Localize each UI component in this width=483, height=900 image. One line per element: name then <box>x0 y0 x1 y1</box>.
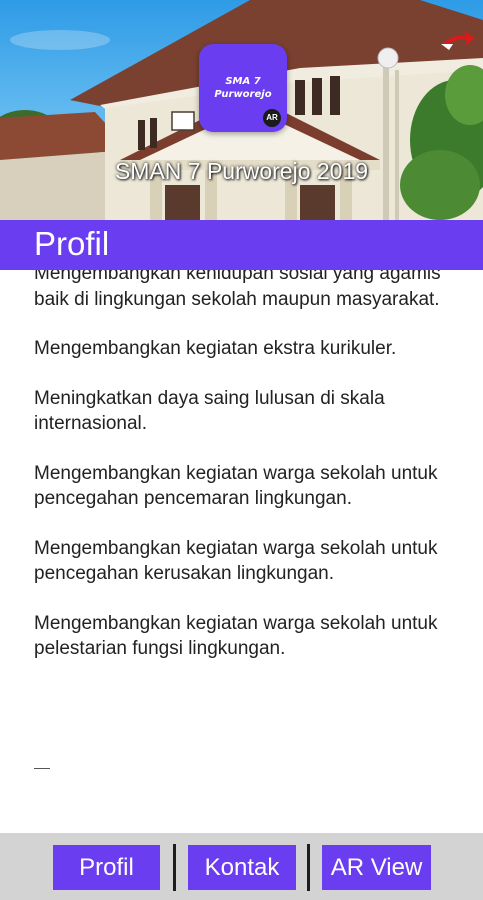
mission-item: Mengembangkan kehidupan sosial yang agam… <box>34 270 441 310</box>
profile-content-scroll[interactable]: Mengembangkan kehidupan sosial yang agam… <box>0 270 483 833</box>
mission-item: Mengembangkan kegiatan warga sekolah unt… <box>34 612 438 660</box>
red-arrow-icon <box>437 14 477 54</box>
page-title: Profil <box>34 225 110 262</box>
ar-badge-icon: AR <box>263 109 281 127</box>
profile-text: Mengembangkan kehidupan sosial yang agam… <box>34 270 454 686</box>
logo-line-city: Purworejo <box>214 89 272 100</box>
bottom-navigation: Profil Kontak AR View <box>0 833 483 900</box>
mission-item: Mengembangkan kegiatan warga sekolah unt… <box>34 537 438 585</box>
title-bar: Profil <box>0 220 483 270</box>
nav-separator <box>307 844 310 891</box>
mission-item: Meningkatkan daya saing lulusan di skala… <box>34 387 385 435</box>
content-divider <box>34 768 50 769</box>
app-logo: SMA 7 Purworejo AR <box>199 44 287 132</box>
mission-item: Mengembangkan kegiatan warga sekolah unt… <box>34 462 438 510</box>
header-caption: SMAN 7 Purworejo 2019 <box>114 158 369 184</box>
mission-item: Mengembangkan kegiatan ekstra kurikuler. <box>34 338 397 359</box>
header-photo: SMA 7 Purworejo AR SMAN 7 Purworejo 2019 <box>0 0 483 220</box>
nav-profil-button[interactable]: Profil <box>53 845 160 890</box>
nav-ar-view-button[interactable]: AR View <box>322 845 431 890</box>
logo-line-school: SMA 7 <box>225 76 261 87</box>
nav-separator <box>173 844 176 891</box>
nav-kontak-button[interactable]: Kontak <box>188 845 296 890</box>
